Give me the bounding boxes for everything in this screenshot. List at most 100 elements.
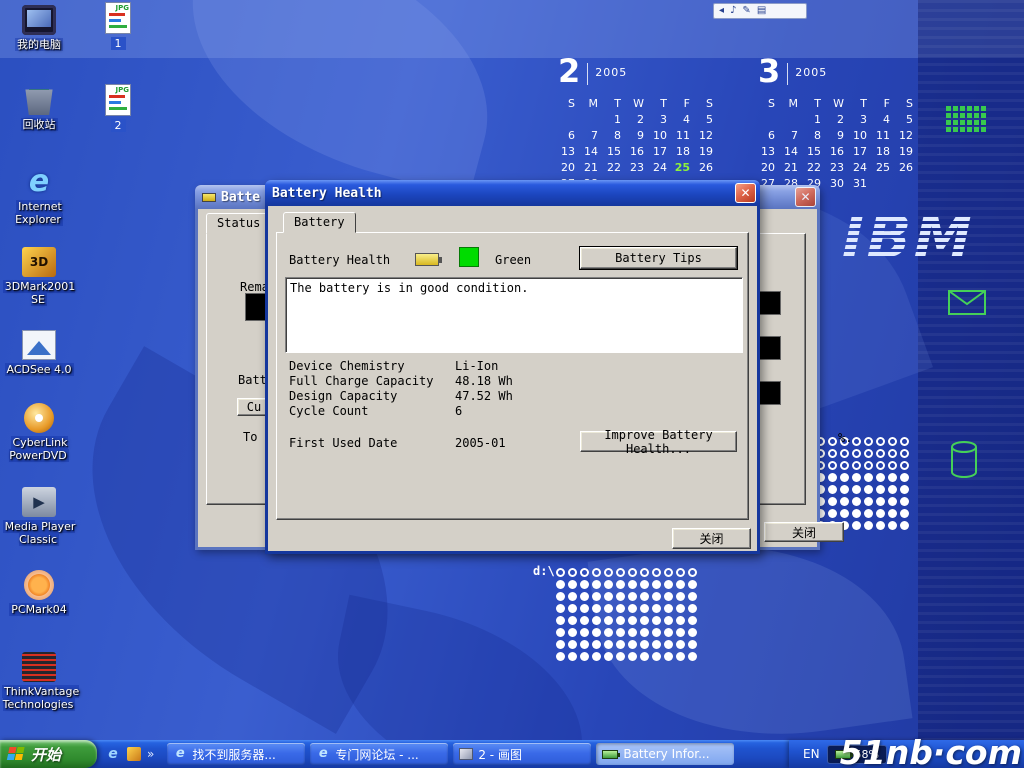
quick-launch-app-icon[interactable] <box>127 747 141 761</box>
grid-square <box>953 127 958 132</box>
dot <box>852 485 861 494</box>
desktop-icon-media-player-classic[interactable]: ▶ Media Player Classic <box>2 487 76 546</box>
grid-square <box>946 127 951 132</box>
dot <box>604 580 613 589</box>
ime-menu-icon[interactable]: ▤ <box>757 6 766 16</box>
task-button-server-not-found[interactable]: e 找不到服务器... <box>167 743 305 765</box>
dot <box>864 437 873 446</box>
dot <box>864 449 873 458</box>
dot <box>580 568 589 577</box>
dialog-titlebar[interactable]: Battery Health ✕ <box>265 180 760 206</box>
dot <box>828 449 837 458</box>
dot <box>628 580 637 589</box>
icon-label: Internet Explorer <box>15 200 63 226</box>
dot <box>840 485 849 494</box>
desktop-icon-recycle-bin[interactable]: 回收站 <box>2 85 76 131</box>
desktop-icon-internet-explorer[interactable]: e Internet Explorer <box>2 167 76 226</box>
dot <box>676 592 685 601</box>
quick-launch-ie-icon[interactable]: e <box>105 746 121 762</box>
paint-icon <box>459 748 473 760</box>
calendar-cell: S <box>696 97 719 110</box>
dot <box>640 640 649 649</box>
desktop-icon-my-computer[interactable]: 我的电脑 <box>2 5 76 51</box>
calendar-month: 2 <box>558 55 580 87</box>
chevron-icon[interactable]: » <box>147 747 154 761</box>
drive-label: d:\ <box>533 564 555 578</box>
system-tray: EN 58% <box>789 740 1024 768</box>
task-button-paint[interactable]: 2 - 画图 <box>453 743 591 765</box>
desktop-icon-powerdvd[interactable]: CyberLink PowerDVD <box>2 403 76 462</box>
dot <box>592 580 601 589</box>
dot <box>640 604 649 613</box>
grid-square <box>967 127 972 132</box>
task-button-forum[interactable]: e 专门网论坛 - ... <box>310 743 448 765</box>
calendar-cell: 9 <box>827 129 850 142</box>
desktop-icon-pcmark04[interactable]: PCMark04 <box>2 570 76 616</box>
dot <box>556 652 565 661</box>
dot <box>688 568 697 577</box>
dot-grid-large <box>556 568 697 661</box>
dot <box>852 521 861 530</box>
tab-status[interactable]: Status <box>206 213 271 234</box>
calendar-cell: 11 <box>673 129 696 142</box>
close-button[interactable]: 关闭 <box>764 522 844 542</box>
close-button[interactable]: 关闭 <box>672 528 751 549</box>
calendar-cell: S <box>896 97 919 110</box>
window-title: Batte <box>221 190 260 205</box>
calendar-cell: 4 <box>873 113 896 126</box>
sound-icon[interactable]: ♪ <box>730 6 736 16</box>
grid-square <box>974 127 979 132</box>
battery-gauge-segment <box>757 291 781 315</box>
desktop-icon-3dmark[interactable]: 3D 3DMark2001 SE <box>2 247 76 306</box>
battery-tips-button[interactable]: Battery Tips <box>580 247 737 269</box>
dot <box>888 485 897 494</box>
internet-explorer-icon: e <box>22 167 56 197</box>
language-indicator[interactable]: EN <box>803 747 820 761</box>
grid-square <box>981 127 986 132</box>
ibm-logo: IBM <box>835 203 982 271</box>
dot <box>864 497 873 506</box>
language-bar[interactable]: ◂ ♪ ✎ ▤ <box>713 3 807 19</box>
dot <box>640 592 649 601</box>
dot <box>852 509 861 518</box>
calendar-cell: 18 <box>673 145 696 158</box>
tab-battery[interactable]: Battery <box>283 212 356 233</box>
first-used-label: First Used Date <box>289 436 397 450</box>
calendar-cell: 19 <box>896 145 919 158</box>
battery-gauge-segment <box>757 336 781 360</box>
close-icon[interactable]: ✕ <box>795 187 816 207</box>
dot <box>864 509 873 518</box>
battery-tray-indicator[interactable]: 58% <box>827 745 887 764</box>
battery-health-label: Battery Health <box>289 253 390 267</box>
task-button-battery-information[interactable]: Battery Infor... <box>596 743 734 765</box>
jpg-badge: JPG <box>116 4 129 12</box>
calendar-cell: 1 <box>604 113 627 126</box>
calendar-cell <box>581 113 604 126</box>
dot <box>828 485 837 494</box>
dot <box>604 628 613 637</box>
dot <box>640 580 649 589</box>
dot <box>616 568 625 577</box>
health-status-text: Green <box>495 253 531 267</box>
desktop-file-1[interactable]: JPG 1 <box>84 2 152 50</box>
start-button[interactable]: 开始 <box>0 740 97 768</box>
dot <box>556 640 565 649</box>
dot <box>876 485 885 494</box>
dot <box>652 580 661 589</box>
dot <box>556 568 565 577</box>
dot <box>900 497 909 506</box>
dot <box>604 640 613 649</box>
improve-battery-health-button[interactable]: Improve Battery Health... <box>580 431 737 452</box>
desktop-icon-acdsee[interactable]: ACDSee 4.0 <box>2 330 76 376</box>
battery-health-dialog: Battery Health ✕ Battery Battery Health … <box>265 180 760 554</box>
pen-icon[interactable]: ✎ <box>742 6 750 16</box>
grid-square <box>960 127 965 132</box>
speaker-icon[interactable]: ◂ <box>719 6 724 16</box>
desktop-icon-thinkvantage[interactable]: ThinkVantage Technologies <box>2 652 76 711</box>
dot <box>604 568 613 577</box>
dot <box>888 449 897 458</box>
dot <box>688 652 697 661</box>
desktop-file-2[interactable]: JPG 2 <box>84 84 152 132</box>
close-icon[interactable]: ✕ <box>735 183 756 203</box>
dot <box>556 628 565 637</box>
